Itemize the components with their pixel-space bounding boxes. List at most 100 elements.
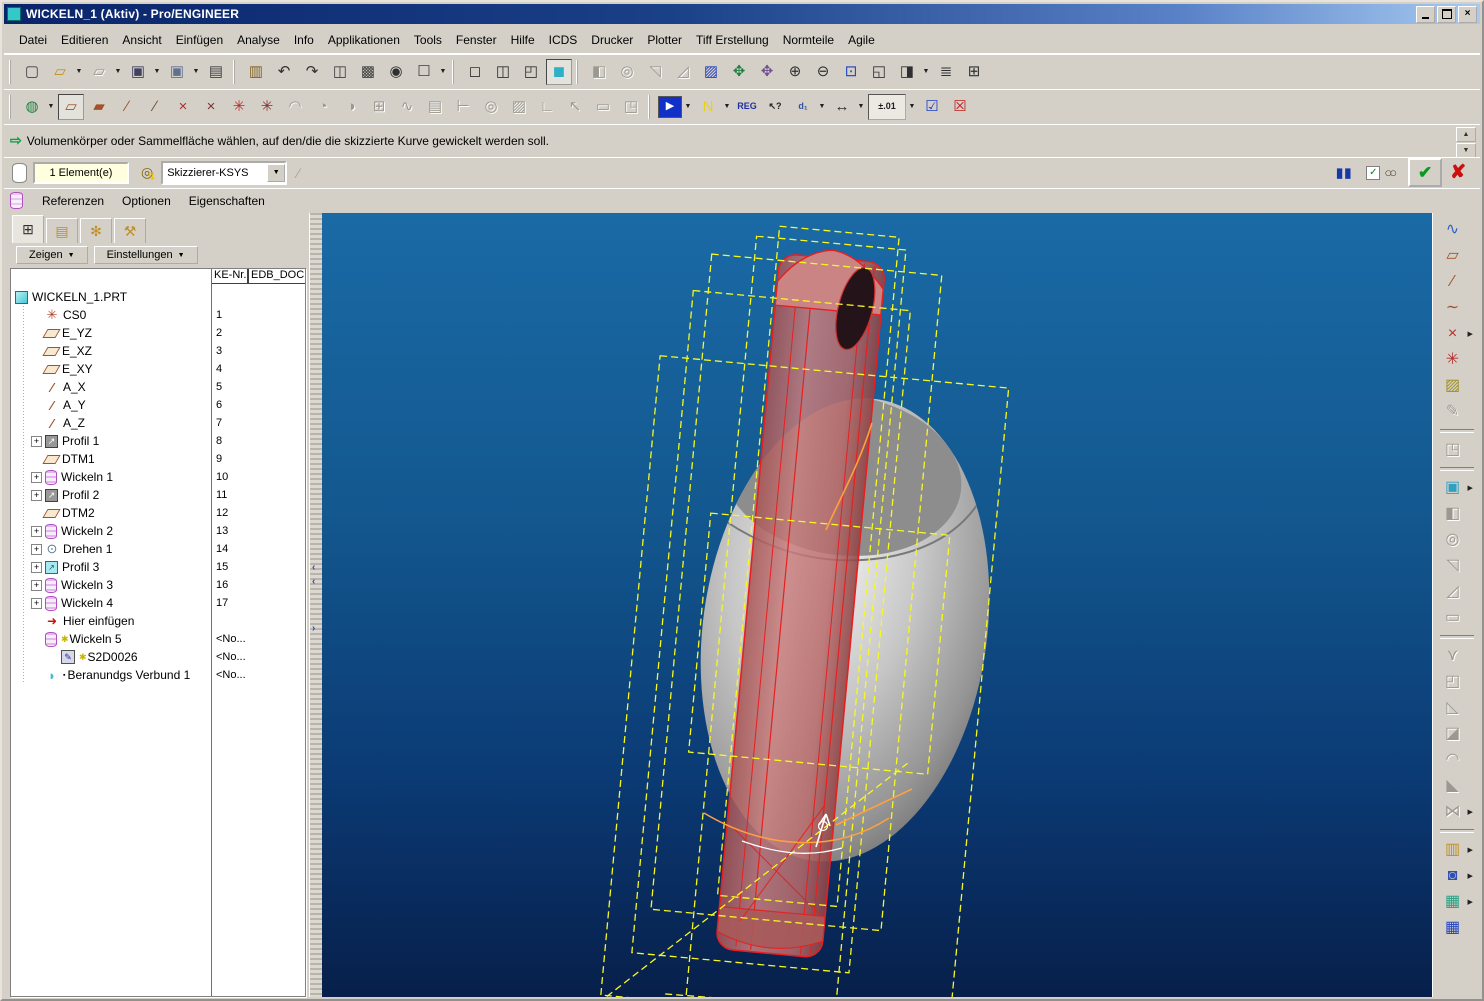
axis-tag-display-button[interactable]: ∕ [142, 94, 168, 120]
csys-display-button[interactable]: ✳ [226, 94, 252, 120]
new-file-button[interactable]: ▢ [19, 59, 45, 85]
round-tool-button[interactable]: ◠ [1439, 747, 1467, 774]
dim-display-button[interactable]: d₁ [790, 94, 816, 120]
datum-curve-tool-button[interactable]: ∼ [1439, 295, 1467, 322]
units-ruler-button[interactable]: ↔ [829, 94, 855, 120]
tree-item-wickeln-1-prt[interactable]: WICKELN_1.PRT [11, 288, 305, 306]
column-header-edb[interactable]: EDB_DOC [248, 269, 305, 284]
menu-ansicht[interactable]: Ansicht [115, 30, 168, 50]
toolbar-grip[interactable] [233, 59, 238, 84]
expand-icon[interactable]: + [31, 543, 42, 555]
extrude-button[interactable]: ◧ [586, 59, 612, 85]
sketch-region-tool-flyout[interactable]: ▶ [1468, 846, 1475, 854]
pause-button[interactable]: ▮▮ [1336, 165, 1352, 181]
toolbar-grip[interactable] [9, 94, 14, 119]
tree-item-wickeln-3[interactable]: + Wickeln 3 16 [11, 576, 305, 594]
extrude-tool-button[interactable]: ◧ [1439, 501, 1467, 528]
warp-tool-button[interactable]: ◪ [1439, 721, 1467, 748]
toolbar-grip[interactable] [9, 59, 14, 84]
saved-views-button[interactable]: ◨ [894, 59, 920, 85]
history-tab[interactable]: ⚒ [114, 218, 146, 243]
expand-icon[interactable]: + [31, 597, 42, 609]
style-tool-flyout[interactable]: ▶ [1468, 484, 1475, 492]
circle-right-button[interactable]: ◑ [338, 94, 364, 120]
sketch-region-tool-button[interactable]: ▥ [1439, 837, 1467, 864]
message-scroll-up[interactable]: ▲ [1456, 127, 1476, 142]
wireframe-display-button[interactable]: ◻ [462, 59, 488, 85]
revolve-button[interactable]: ◎ [614, 59, 640, 85]
zoom-in-button[interactable]: ⊕ [782, 59, 808, 85]
tab-referenzen[interactable]: Referenzen [33, 192, 113, 210]
refit-button[interactable]: ⊡ [838, 59, 864, 85]
tree-item-cs0[interactable]: ✳ CS0 1 [11, 306, 305, 324]
chevron-down-icon[interactable]: ▼ [267, 163, 286, 182]
tree-item-a-z[interactable]: ∕ A_Z 7 [11, 414, 305, 432]
insert-curve-tool-button[interactable]: ∿ [1439, 217, 1467, 244]
expand-icon[interactable]: + [31, 561, 42, 573]
sweep-button[interactable]: ◹ [642, 59, 668, 85]
expand-icon[interactable]: + [31, 435, 42, 447]
boundary-blend-tool-button[interactable]: ◿ [1439, 579, 1467, 606]
toolbar-grip[interactable] [576, 59, 581, 84]
selection-filter-button[interactable]: ▶ [658, 95, 682, 118]
expand-icon[interactable]: + [31, 471, 42, 483]
datum-plane-display-button[interactable]: ▱ [58, 93, 84, 120]
reorient-button[interactable]: ◱ [866, 59, 892, 85]
redo-button[interactable]: ↷ [299, 59, 325, 85]
select-rect-button[interactable]: ☐ [411, 59, 437, 85]
settings-menu-button[interactable]: Einstellungen ▼ [93, 246, 198, 264]
save-button[interactable]: ▣ [125, 59, 151, 85]
toolbar-grip[interactable] [452, 59, 457, 84]
revolve-tool-button[interactable]: ◎ [1439, 527, 1467, 554]
tangent-edges-button[interactable]: ⊢ [450, 94, 476, 120]
note-display-button[interactable]: N [695, 94, 721, 120]
menu-analyse[interactable]: Analyse [230, 30, 287, 50]
tree-item-s2d0026[interactable]: ✎ ✱ S2D0026 <No... [11, 648, 305, 666]
show-menu-button[interactable]: Zeigen ▼ [16, 246, 88, 264]
cancel-button[interactable]: ✘ [1450, 161, 1466, 184]
maximize-button[interactable] [1437, 5, 1456, 23]
menu-agile[interactable]: Agile [841, 30, 882, 50]
menu-tools[interactable]: Tools [407, 30, 449, 50]
tree-item-profil-3[interactable]: + ↗ Profil 3 15 [11, 558, 305, 576]
no-hidden-display-button[interactable]: ◰ [518, 59, 544, 85]
favorites-tab[interactable]: ✻ [80, 218, 112, 243]
style-tool-button[interactable]: ▣ [1439, 475, 1467, 502]
units-ruler-flyout[interactable]: ▼ [856, 96, 866, 118]
shaded-display-button[interactable]: ◼ [546, 58, 572, 85]
offset-point-tool-button[interactable]: ▨ [1439, 373, 1467, 400]
grid-display-button[interactable]: ⊞ [366, 94, 392, 120]
render-style-button[interactable]: ◍ [19, 94, 45, 120]
set-working-directory-flyout[interactable]: ▼ [113, 61, 123, 83]
note-display-flyout[interactable]: ▼ [722, 96, 732, 118]
circle-left-button[interactable]: ◔ [310, 94, 336, 120]
circle-axis-button[interactable]: ◎ [478, 94, 504, 120]
open-flyout[interactable]: ▼ [74, 61, 84, 83]
tree-item-hier-einf-gen[interactable]: ➜ Hier einfügen [11, 612, 305, 630]
menu-einfügen[interactable]: Einfügen [169, 30, 230, 50]
use-edge-tool-button[interactable]: ◳ [1439, 437, 1467, 464]
datum-point-tool-flyout[interactable]: ▶ [1468, 330, 1475, 338]
tolerance-display-flyout[interactable]: ▼ [907, 96, 917, 118]
boundary-surface-button[interactable]: ◿ [670, 59, 696, 85]
tree-column-divider[interactable] [211, 269, 212, 996]
copy-button[interactable]: ◫ [327, 59, 353, 85]
menu-plotter[interactable]: Plotter [640, 30, 689, 50]
menu-icds[interactable]: ICDS [542, 30, 585, 50]
section-toggle-button[interactable]: ◠ [282, 94, 308, 120]
menu-fenster[interactable]: Fenster [449, 30, 504, 50]
tree-item-wickeln-5[interactable]: ✱ Wickeln 5 <No... [11, 630, 305, 648]
splitter-collapse-icon[interactable]: ‹ ‹ [312, 561, 315, 589]
close-button[interactable]: × [1458, 5, 1477, 23]
chamfer-tool-button[interactable]: ◣ [1439, 773, 1467, 800]
spin-center-button[interactable]: ✥ [726, 59, 752, 85]
zoom-out-button[interactable]: ⊖ [810, 59, 836, 85]
datum-csys-tool-button[interactable]: ✳ [1439, 347, 1467, 374]
message-scroll-down[interactable]: ▼ [1456, 143, 1476, 158]
tree-item-drehen-1[interactable]: + ⊙ Drehen 1 14 [11, 540, 305, 558]
reg-tool-button[interactable]: REG [734, 94, 760, 120]
hidden-line-display-button[interactable]: ◫ [490, 59, 516, 85]
view-manager-button[interactable]: ⊞ [961, 59, 987, 85]
offset-surface-tool-flyout[interactable]: ▶ [1468, 872, 1475, 880]
tree-item-wickeln-2[interactable]: + Wickeln 2 13 [11, 522, 305, 540]
